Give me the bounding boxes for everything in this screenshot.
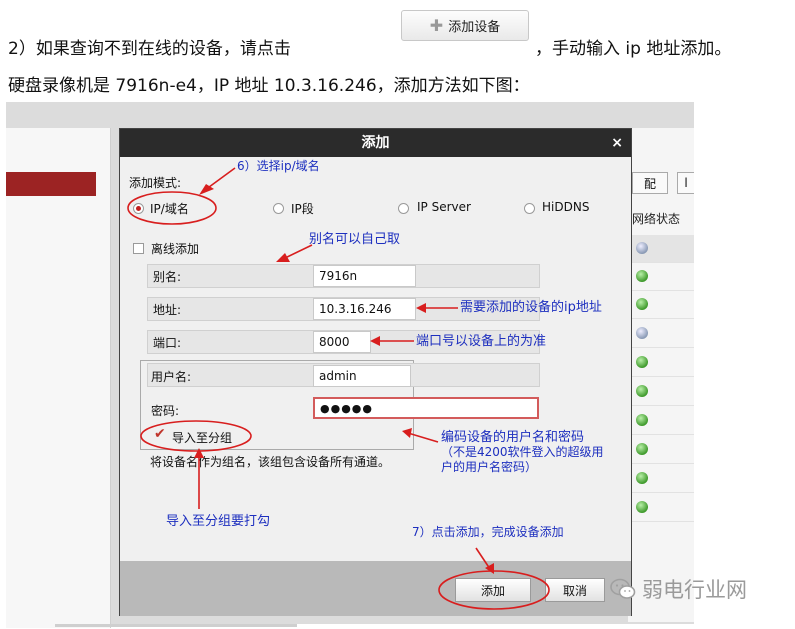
import-group-circle: [140, 420, 252, 452]
arrowhead: [194, 448, 204, 458]
ip-domain-circle: [127, 191, 217, 225]
arrow-alias: [282, 244, 313, 260]
annotation-overlay: [127, 167, 550, 610]
arrow-credentials: [407, 432, 439, 443]
annotation-select-ip: 6）选择ip/域名: [237, 159, 320, 173]
arrowhead: [370, 336, 380, 346]
annotation-finish: 7）点击添加，完成设备添加: [412, 525, 564, 539]
arrow-add-button: [475, 547, 491, 570]
annotation-credentials-1: 编码设备的用户名和密码: [441, 430, 585, 445]
add-button-circle: [438, 570, 550, 610]
annotation-alias: 别名可以自己取: [309, 232, 401, 247]
annotation-address: 需要添加的设备的ip地址: [460, 300, 602, 315]
wechat-icon: [610, 578, 636, 599]
arrowhead: [402, 428, 412, 438]
annotation-credentials-2: （不是4200软件登入的超级用: [441, 445, 604, 459]
watermark-text: 弱电行业网: [642, 578, 747, 602]
annotation-credentials-3: 户的用户名密码）: [441, 460, 538, 474]
arrowhead: [416, 303, 426, 313]
bottom-divider: [55, 624, 297, 627]
watermark: 弱电行业网: [610, 574, 747, 604]
annotation-port: 端口号以设备上的为准: [416, 334, 547, 349]
annotation-import-group: 导入至分组要打勾: [166, 514, 271, 529]
